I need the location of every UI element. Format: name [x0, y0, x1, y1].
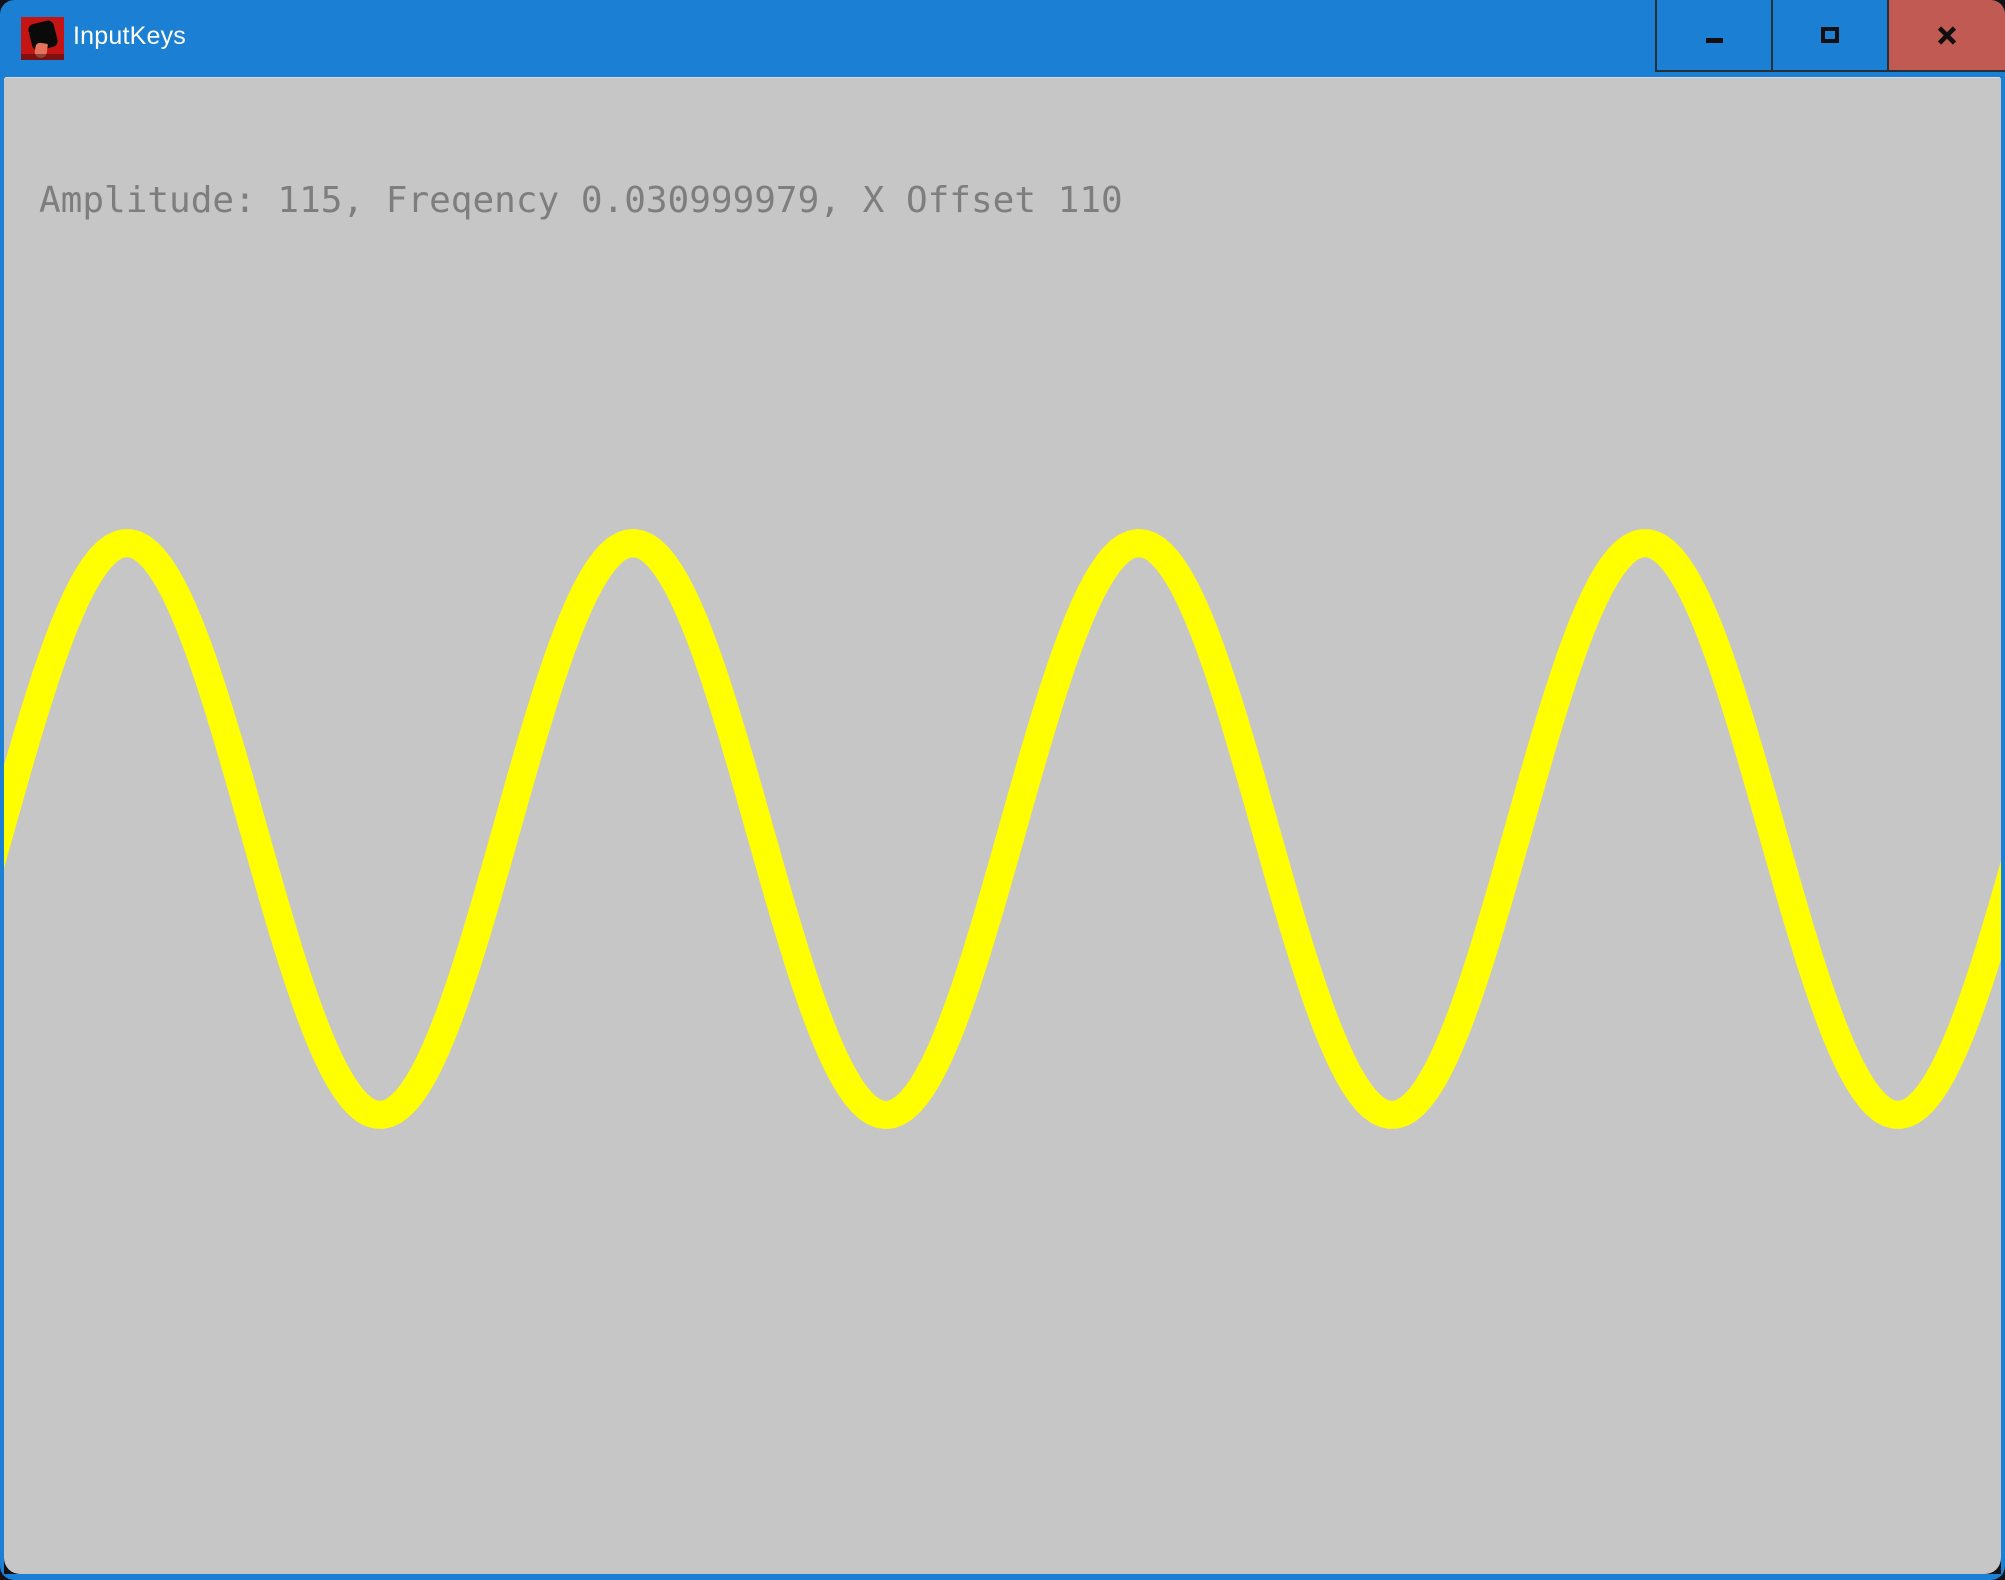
minimize-icon — [1706, 38, 1723, 43]
window-controls — [1655, 0, 2005, 74]
app-logo-shade — [21, 54, 64, 60]
app-canvas[interactable]: Amplitude: 115, Freqency 0.030999979, X … — [4, 77, 2001, 1574]
maximize-icon — [1821, 27, 1839, 43]
maximize-button[interactable] — [1771, 0, 1887, 72]
app-logo-icon — [21, 17, 64, 60]
close-icon — [1937, 26, 1957, 45]
window-border-right — [2001, 77, 2005, 1580]
sine-wave-path — [4, 543, 2001, 1115]
app-window: InputKeys Amplitude: 115, Freqency 0.030… — [0, 0, 2005, 1580]
status-text: Amplitude: 115, Freqency 0.030999979, X … — [39, 181, 1123, 221]
window-title: InputKeys — [73, 22, 186, 51]
titlebar[interactable]: InputKeys — [0, 0, 2005, 77]
minimize-button[interactable] — [1655, 0, 1771, 72]
close-button[interactable] — [1887, 0, 2005, 72]
sine-wave-chart — [4, 78, 2001, 1574]
window-border-bottom — [0, 1574, 2005, 1580]
